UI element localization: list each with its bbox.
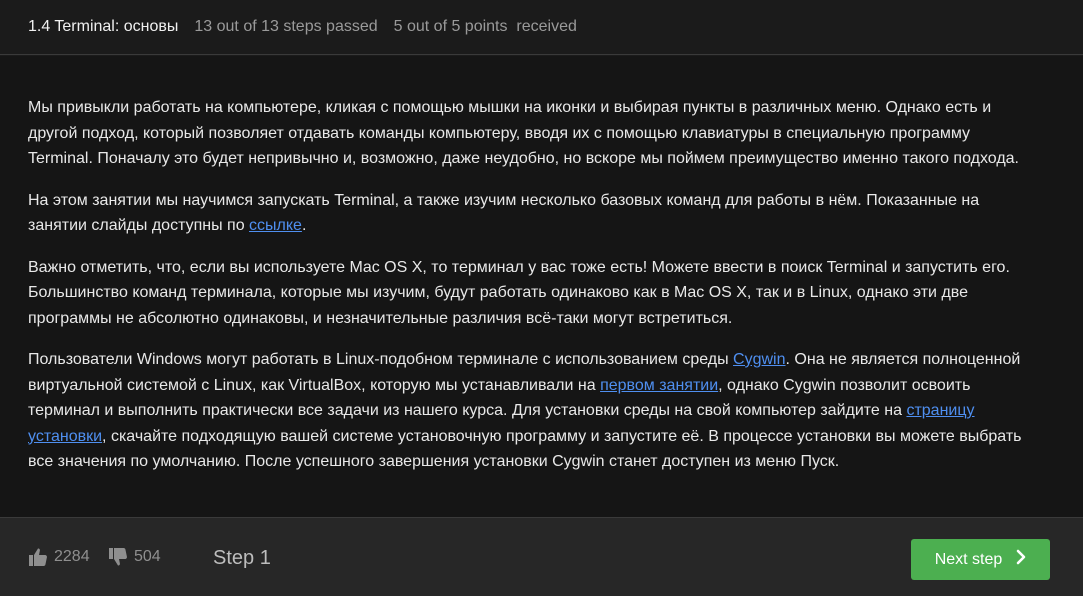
chevron-right-icon xyxy=(1016,549,1026,570)
cygwin-link[interactable]: Cygwin xyxy=(733,351,785,368)
dislikes-count: 504 xyxy=(134,548,161,565)
step-indicator: Step 1 xyxy=(213,547,271,569)
paragraph-2: На этом занятии мы научимся запускать Te… xyxy=(28,188,1023,239)
points-progress: 5 out of 5 points received xyxy=(393,18,577,35)
dislike-button[interactable]: 504 xyxy=(108,547,161,567)
paragraph-4-text-a: Пользователи Windows могут работать в Li… xyxy=(28,351,734,368)
lesson-content: Мы привыкли работать на компьютере, клик… xyxy=(0,56,1083,517)
thumbs-down-icon xyxy=(108,547,128,567)
thumbs-up-icon xyxy=(28,547,48,567)
paragraph-1: Мы привыкли работать на компьютере, клик… xyxy=(28,99,1019,167)
lesson-title: 1.4 Terminal: основы xyxy=(28,18,179,35)
paragraph-2-text-b: . xyxy=(301,217,307,234)
next-step-label: Next step xyxy=(934,550,1003,568)
first-lesson-link[interactable]: первом занятии xyxy=(600,377,718,394)
lesson-header: 1.4 Terminal: основы 13 out of 13 steps … xyxy=(0,0,1083,55)
slides-link[interactable]: ссылке xyxy=(249,217,302,234)
paragraph-4: Пользователи Windows могут работать в Li… xyxy=(28,347,1023,475)
lesson-footer: 2284 504 Step 1 Next step xyxy=(0,517,1083,596)
paragraph-3: Важно отметить, что, если вы используете… xyxy=(28,258,1010,327)
next-step-button[interactable]: Next step xyxy=(911,539,1050,580)
likes-count: 2284 xyxy=(54,548,90,565)
paragraph-2-text-a: На этом занятии мы научимся запускать Te… xyxy=(28,191,980,235)
paragraph-4-text-d: , скачайте подходящую вашей системе уста… xyxy=(28,427,1022,471)
steps-progress: 13 out of 13 steps passed xyxy=(194,18,378,35)
like-button[interactable]: 2284 xyxy=(28,547,90,567)
